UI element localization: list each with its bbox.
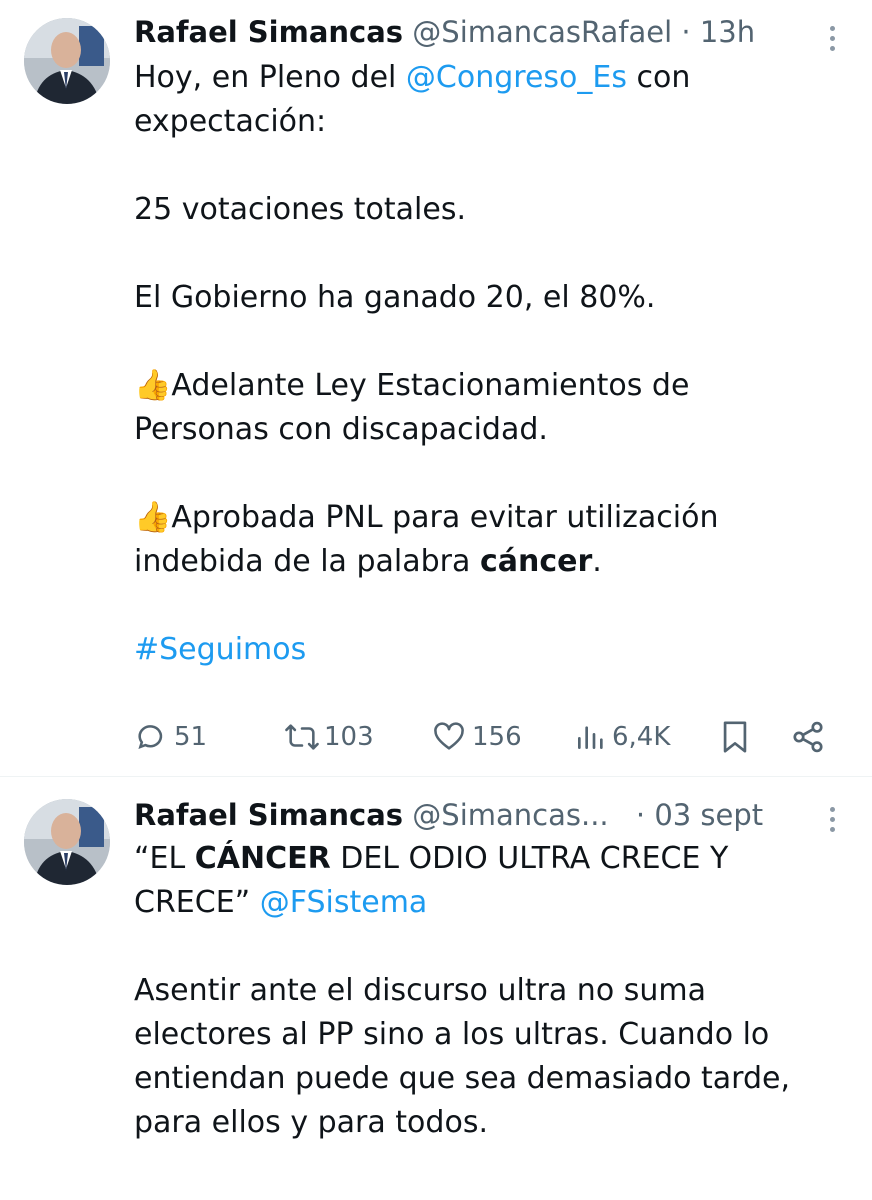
separator-dot: · xyxy=(681,15,691,49)
text-line: “EL CÁNCER DEL ODIO ULTRA CRECE Y xyxy=(134,837,834,881)
text-line: 25 votaciones totales. xyxy=(134,192,467,227)
retweet-button[interactable]: 103 xyxy=(282,712,374,762)
text-span: con xyxy=(626,60,691,95)
text-line: electores al PP sino a los ultras. Cuand… xyxy=(134,1017,770,1052)
thumbs-up-emoji: 👍 xyxy=(134,500,172,535)
text-line: indebida de la palabra cáncer. xyxy=(134,540,834,584)
reply-icon xyxy=(134,720,168,754)
tweet-text: Hoy, en Pleno del @Congreso_Es con expec… xyxy=(134,56,834,672)
like-icon xyxy=(432,720,466,754)
views-icon xyxy=(574,720,606,754)
separator-dot: · xyxy=(635,798,646,832)
bookmark-button[interactable] xyxy=(718,712,752,762)
mention-link[interactable]: @Congreso_Es xyxy=(406,60,627,95)
more-icon[interactable] xyxy=(830,807,836,837)
text-line: El Gobierno ha ganado 20, el 80%. xyxy=(134,280,656,315)
text-span: Aprobada PNL para evitar utilización xyxy=(171,500,719,535)
text-line: Hoy, en Pleno del @Congreso_Es con xyxy=(134,56,834,100)
text-line: CRECE” @FSistema xyxy=(134,881,834,925)
like-button[interactable]: 156 xyxy=(432,712,522,762)
author-name[interactable]: Rafael Simancas xyxy=(134,798,403,832)
retweet-count: 103 xyxy=(324,722,374,752)
reply-count: 51 xyxy=(174,722,208,752)
text-line: para ellos y para todos. xyxy=(134,1105,488,1140)
views-button[interactable]: 6,4K xyxy=(574,712,670,762)
text-span: indebida de la palabra xyxy=(134,544,480,579)
share-button[interactable] xyxy=(790,712,826,762)
bold-word: CÁNCER xyxy=(194,841,331,876)
text-span: Adelante Ley Estacionamientos de xyxy=(171,368,690,403)
bold-word: cáncer xyxy=(479,544,593,579)
reply-button[interactable]: 51 xyxy=(134,712,207,762)
text-line: entiendan puede que sea demasiado tarde, xyxy=(134,1061,791,1096)
text-span: . xyxy=(592,544,602,579)
tweet-actions: 51 103 156 6,4K xyxy=(134,712,834,762)
thumbs-up-emoji: 👍 xyxy=(134,368,172,403)
text-span: DEL ODIO ULTRA CRECE Y xyxy=(330,841,729,876)
text-line: Personas con discapacidad. xyxy=(134,412,548,447)
bookmark-icon xyxy=(718,718,752,756)
text-span: Hoy, en Pleno del xyxy=(134,60,406,95)
tweet-1[interactable]: Rafael Simancas @SimancasRafael · 13h Ho… xyxy=(0,0,872,776)
retweet-icon xyxy=(282,720,322,754)
hashtag-link[interactable]: #Seguimos xyxy=(134,628,834,672)
tweet-2[interactable]: Rafael Simancas @Simancas... · 03 sept “… xyxy=(0,777,872,1200)
text-line: 👍Adelante Ley Estacionamientos de xyxy=(134,364,834,408)
timestamp[interactable]: 13h xyxy=(700,15,755,49)
avatar[interactable] xyxy=(24,799,110,885)
text-span: “EL xyxy=(134,841,195,876)
author-name[interactable]: Rafael Simancas xyxy=(134,15,403,49)
views-count: 6,4K xyxy=(612,722,671,752)
author-handle[interactable]: @Simancas... xyxy=(412,798,608,832)
tweet-header: Rafael Simancas @SimancasRafael · 13h xyxy=(134,14,802,50)
text-span: CRECE” xyxy=(134,885,260,920)
timestamp[interactable]: 03 sept xyxy=(654,798,763,832)
tweet-header: Rafael Simancas @Simancas... · 03 sept xyxy=(134,797,802,833)
text-line: Asentir ante el discurso ultra no suma xyxy=(134,973,706,1008)
like-count: 156 xyxy=(472,722,522,752)
text-line: 👍Aprobada PNL para evitar utilización xyxy=(134,496,834,540)
share-icon xyxy=(790,719,826,755)
more-icon[interactable] xyxy=(830,26,836,56)
mention-link[interactable]: @FSistema xyxy=(260,885,428,920)
tweet-text: “EL CÁNCER DEL ODIO ULTRA CRECE Y CRECE”… xyxy=(134,837,834,1145)
text-line: expectación: xyxy=(134,104,327,139)
avatar[interactable] xyxy=(24,18,110,104)
author-handle[interactable]: @SimancasRafael xyxy=(412,15,672,49)
